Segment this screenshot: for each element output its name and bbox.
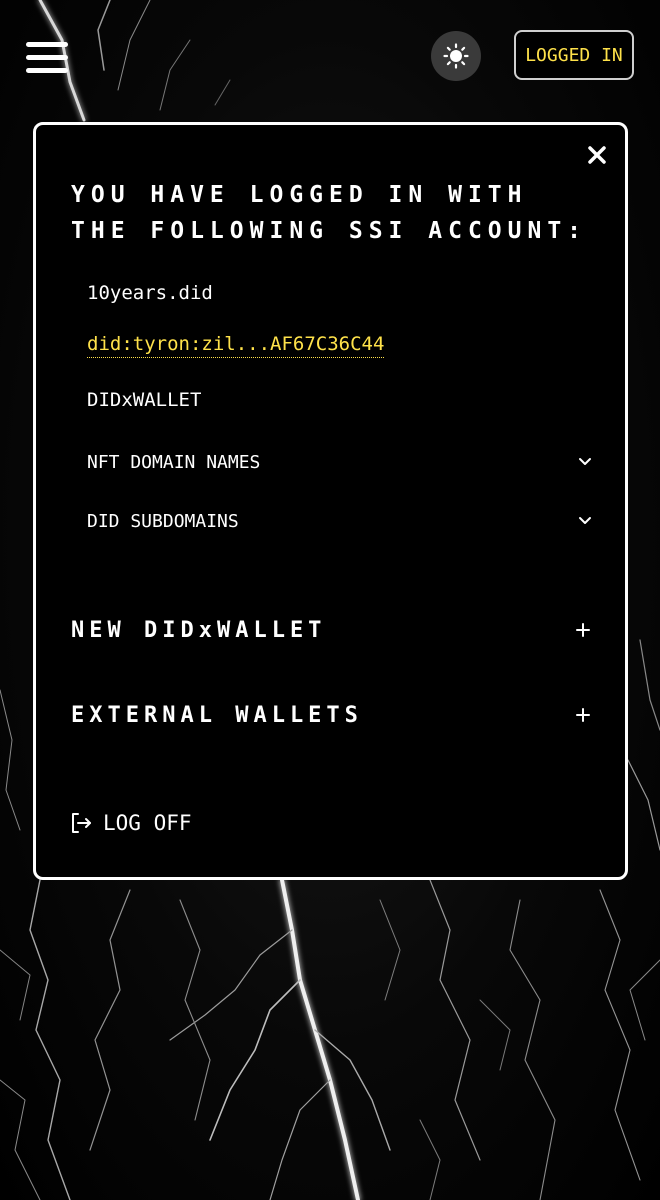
ssi-account-modal: YOU HAVE LOGGED IN WITH THE FOLLOWING SS… (33, 122, 628, 880)
didx-wallet-link[interactable]: DIDxWALLET (87, 389, 201, 411)
new-didx-wallet-section[interactable]: NEW DIDxWALLET (71, 612, 591, 648)
plus-icon (576, 623, 590, 637)
theme-toggle-button[interactable] (431, 31, 481, 81)
did-subdomains-label: DID SUBDOMAINS (87, 510, 239, 532)
chevron-down-icon (579, 517, 591, 524)
external-wallets-section[interactable]: EXTERNAL WALLETS (71, 697, 591, 733)
chevron-down-icon (579, 458, 591, 465)
nft-domain-names-dropdown[interactable]: NFT DOMAIN NAMES (87, 447, 592, 477)
close-icon[interactable] (585, 143, 609, 167)
modal-title: YOU HAVE LOGGED IN WITH THE FOLLOWING SS… (71, 182, 588, 244)
menu-bar (26, 55, 68, 60)
menu-bar (26, 42, 68, 47)
hamburger-menu-icon[interactable] (26, 40, 70, 74)
external-wallets-label: EXTERNAL WALLETS (71, 702, 363, 728)
logout-icon (72, 813, 91, 833)
menu-bar (26, 68, 68, 73)
account-name: 10years.did (87, 282, 213, 304)
did-address-link[interactable]: did:tyron:zil...AF67C36C44 (87, 333, 385, 358)
new-didx-wallet-label: NEW DIDxWALLET (71, 617, 327, 643)
logged-in-button[interactable]: LOGGED IN (514, 30, 634, 80)
nft-domain-names-label: NFT DOMAIN NAMES (87, 451, 261, 473)
plus-icon (576, 708, 590, 722)
log-off-button[interactable]: LOG OFF (69, 811, 192, 835)
did-subdomains-dropdown[interactable]: DID SUBDOMAINS (87, 506, 592, 536)
sun-icon (443, 43, 469, 69)
log-off-label: LOG OFF (103, 811, 192, 835)
